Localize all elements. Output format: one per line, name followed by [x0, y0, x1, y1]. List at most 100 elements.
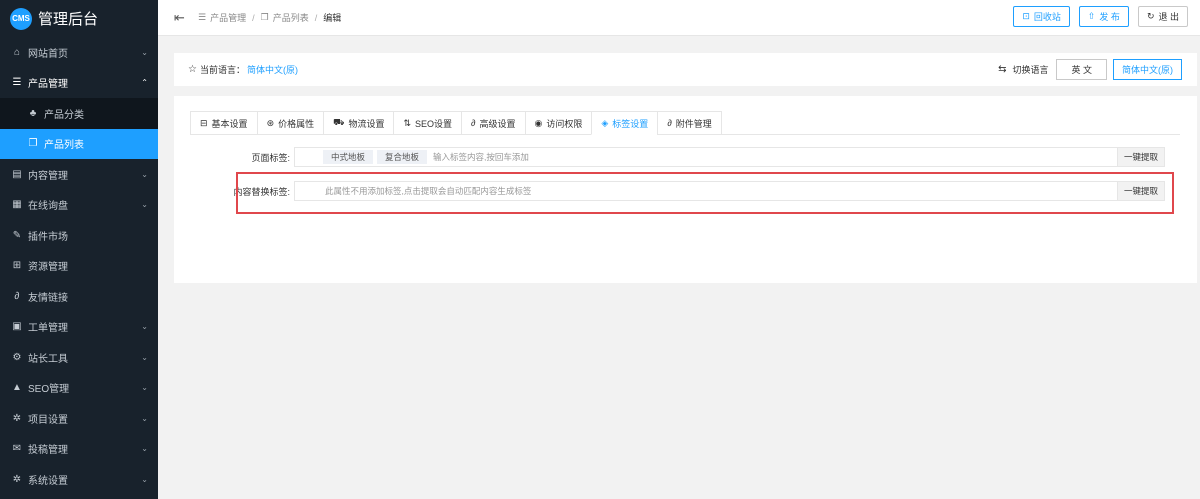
tab-label: 标签设置	[612, 118, 649, 129]
chevron-down-icon: ⌄	[141, 352, 148, 362]
tag-icon: ◈	[601, 117, 609, 128]
tab-label: 物流设置	[348, 118, 385, 129]
star-icon: ☆	[188, 64, 197, 75]
sidebar-item-label: 系统设置	[28, 475, 68, 487]
sidebar-item-products[interactable]: ☰ 产品管理 ⌃	[0, 68, 158, 99]
sidebar-item-resources[interactable]: ⊞ 资源管理	[0, 251, 158, 282]
sidebar-item-links[interactable]: ∂ 友情链接	[0, 281, 158, 312]
logout-icon: ↻	[1146, 11, 1155, 21]
form-icon: ⊟	[200, 117, 208, 128]
recycle-bin-button[interactable]: ⊡ 回收站	[1013, 6, 1070, 27]
tools-icon: ⚙	[12, 351, 22, 363]
currency-icon: ⊛	[266, 117, 275, 128]
logout-button[interactable]: ↻ 退 出	[1137, 6, 1188, 27]
tab-tag-settings[interactable]: ◈ 标签设置	[591, 111, 658, 135]
tab-seo-settings[interactable]: ⇅ SEO设置	[393, 111, 462, 135]
chevron-down-icon: ⌄	[141, 444, 148, 454]
sidebar-item-project-settings[interactable]: ✲ 项目设置 ⌄	[0, 403, 158, 434]
chevron-up-icon: ⌃	[141, 78, 148, 88]
page-tags-label: 页面标签:	[251, 152, 290, 163]
tab-access-permissions[interactable]: ◉ 访问权限	[524, 111, 592, 135]
grid-icon: ⊞	[12, 260, 22, 272]
sidebar-item-submissions[interactable]: ✉ 投稿管理 ⌄	[0, 434, 158, 465]
cms-logo-icon: CMS	[10, 7, 32, 30]
sidebar-item-seo[interactable]: ▲ SEO管理 ⌄	[0, 373, 158, 404]
chevron-down-icon: ⌄	[141, 322, 148, 332]
sidebar-item-label: SEO管理	[28, 384, 70, 396]
mail-icon: ✉	[12, 443, 22, 455]
tag-chip[interactable]: 中式地板	[323, 150, 374, 164]
content-replace-tags-input[interactable]: 此属性不用添加标签,点击提取会自动匹配内容生成标签 一键提取	[294, 181, 1165, 201]
content-replace-tags-placeholder: 此属性不用添加标签,点击提取会自动匹配内容生成标签	[325, 186, 532, 196]
sidebar-item-product-list[interactable]: ❐ 产品列表	[0, 128, 158, 159]
tab-label: 附件管理	[675, 118, 712, 129]
upload-icon: ⇧	[1087, 11, 1096, 21]
chevron-down-icon: ⌄	[141, 47, 148, 57]
breadcrumb-item[interactable]: 产品管理	[210, 11, 246, 24]
sidebar-item-inquiry[interactable]: ▦ 在线询盘 ⌄	[0, 190, 158, 221]
content-icon: ▤	[12, 168, 22, 180]
home-icon: ⌂	[13, 46, 21, 58]
sidebar-item-tools[interactable]: ⚙ 站长工具 ⌄	[0, 342, 158, 373]
tab-attachment-management[interactable]: ∂ 附件管理	[657, 111, 722, 135]
extract-content-tags-button[interactable]: 一键提取	[1117, 181, 1165, 201]
sidebar-item-label: 内容管理	[28, 170, 68, 182]
sidebar-item-label: 产品管理	[28, 79, 68, 91]
tag-chip[interactable]: 复合地板	[377, 150, 428, 164]
sidebar-item-plugins[interactable]: ✎ 插件市场	[0, 220, 158, 251]
sidebar-item-product-category[interactable]: ♣ 产品分类	[0, 98, 158, 129]
chevron-down-icon: ⌄	[141, 413, 148, 423]
sidebar-item-label: 网站首页	[28, 48, 68, 60]
top-header: ⇤ ☰ 产品管理 / ❐ 产品列表 / 编辑 ⊡ 回收站 ⇧ 发 布 ↻ 退 出	[158, 0, 1200, 36]
page-tags-input[interactable]: 中式地板 复合地板 输入标签内容,按回车添加 一键提取	[294, 147, 1165, 167]
sort-icon: ⇅	[403, 117, 412, 128]
edit-form-card: ⊟ 基本设置 ⊛ 价格属性 ⛟ 物流设置 ⇅ SEO设置 ∂ 高级设置 ◉ 访问权限 ◈ 标签…	[174, 96, 1197, 283]
tab-basic-settings[interactable]: ⊟ 基本设置	[190, 111, 257, 135]
page-tags-row: 页面标签: 中式地板 复合地板 输入标签内容,按回车添加 一键提取	[190, 147, 1165, 167]
language-option-simplified-chinese[interactable]: 简体中文(原)	[1113, 59, 1182, 80]
sidebar-item-label: 项目设置	[28, 414, 68, 426]
language-switcher: ⇆ 切换语言 英 文 简体中文(原)	[998, 59, 1182, 80]
truck-icon: ⛟	[333, 117, 345, 127]
copy-icon: ❐	[260, 12, 269, 22]
link-icon: ∂	[667, 118, 672, 128]
content-replace-tags-label: 内容替换标签:	[233, 186, 290, 197]
tab-label: 高级设置	[479, 118, 516, 129]
sidebar-item-content[interactable]: ▤ 内容管理 ⌄	[0, 159, 158, 190]
tab-logistics-settings[interactable]: ⛟ 物流设置	[323, 111, 394, 135]
tab-price-attributes[interactable]: ⊛ 价格属性	[256, 111, 324, 135]
eye-icon: ◉	[534, 117, 543, 128]
language-option-english[interactable]: 英 文	[1056, 59, 1107, 80]
link-icon: ∂	[471, 118, 476, 128]
category-icon: ♣	[29, 107, 37, 119]
sidebar-item-label: 工单管理	[28, 323, 68, 335]
brand-title: 管理后台	[38, 11, 99, 28]
sidebar-item-label: 插件市场	[28, 231, 68, 243]
switch-language-label: 切换语言	[1012, 65, 1049, 75]
sidebar-item-label: 投稿管理	[28, 445, 68, 457]
brand[interactable]: CMS 管理后台	[0, 0, 158, 37]
content-replace-tags-row: 内容替换标签: 此属性不用添加标签,点击提取会自动匹配内容生成标签 一键提取	[190, 181, 1165, 201]
tab-label: 价格属性	[278, 118, 315, 129]
sidebar-item-system-settings[interactable]: ✲ 系统设置 ⌄	[0, 464, 158, 495]
sidebar-item-tickets[interactable]: ▣ 工单管理 ⌄	[0, 312, 158, 343]
sidebar-item-label: 在线询盘	[28, 201, 68, 213]
publish-button[interactable]: ⇧ 发 布	[1078, 6, 1129, 27]
logout-label: 退 出	[1158, 12, 1179, 22]
gear-icon: ✲	[12, 412, 22, 424]
menu-toggle-icon[interactable]: ⇤	[174, 10, 188, 26]
sidebar-item-home[interactable]: ⌂ 网站首页 ⌄	[0, 37, 158, 68]
sidebar-submenu-products: ♣ 产品分类 ❐ 产品列表	[0, 98, 158, 159]
warning-icon: ▲	[12, 382, 22, 394]
tab-label: SEO设置	[415, 118, 453, 129]
breadcrumb-item[interactable]: 产品列表	[273, 11, 309, 24]
list-icon: ☰	[12, 77, 22, 89]
tab-label: 基本设置	[211, 118, 248, 129]
tab-advanced-settings[interactable]: ∂ 高级设置	[461, 111, 525, 135]
breadcrumb: ☰ 产品管理 / ❐ 产品列表 / 编辑	[198, 11, 341, 24]
sidebar-item-label: 资源管理	[28, 262, 68, 274]
sidebar-item-label: 产品列表	[44, 140, 84, 152]
copy-icon: ❐	[28, 138, 38, 150]
extract-page-tags-button[interactable]: 一键提取	[1117, 147, 1165, 167]
page-tags-placeholder: 输入标签内容,按回车添加	[433, 152, 529, 162]
